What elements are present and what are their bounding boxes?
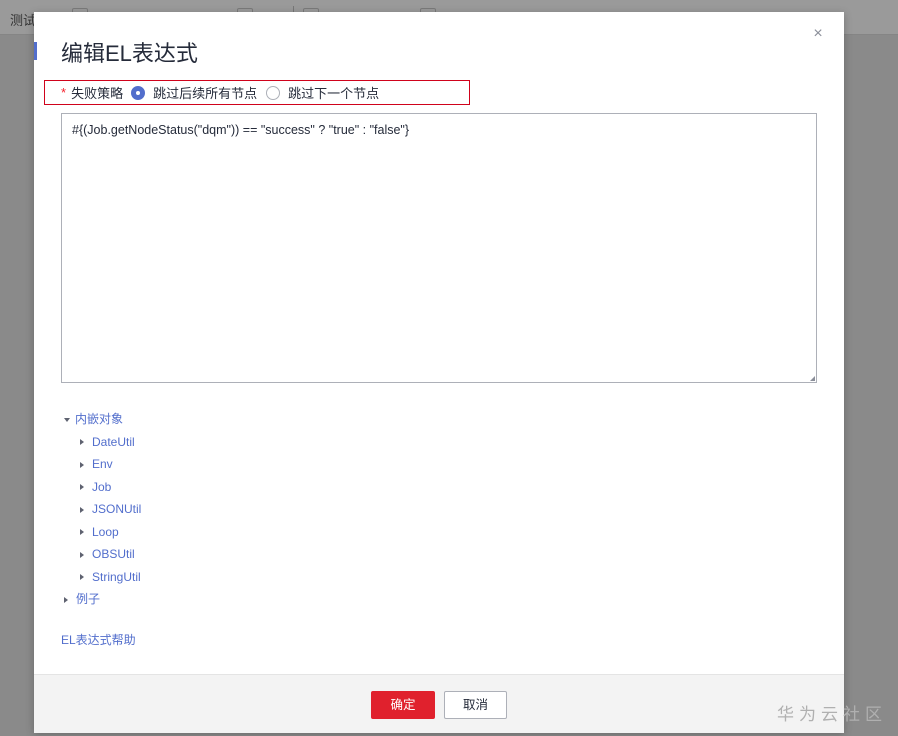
dialog-title: 编辑EL表达式 bbox=[61, 41, 198, 66]
caret-right-icon bbox=[64, 596, 68, 603]
caret-right-icon bbox=[80, 484, 84, 491]
resize-handle-icon[interactable] bbox=[810, 376, 815, 381]
radio-skip-all-subsequent[interactable]: 跳过后续所有节点 bbox=[131, 83, 257, 102]
tree-node-dateutil[interactable]: DateUtil bbox=[64, 431, 141, 454]
caret-right-icon bbox=[80, 461, 84, 468]
radio-label-skip-all: 跳过后续所有节点 bbox=[153, 86, 258, 101]
tree-node-examples[interactable]: 例子 bbox=[64, 588, 141, 611]
radio-label-skip-next: 跳过下一个节点 bbox=[288, 86, 380, 101]
confirm-button[interactable]: 确定 bbox=[371, 691, 435, 719]
tree-node-stringutil[interactable]: StringUtil bbox=[64, 566, 141, 589]
watermark-logo: 华为云社区 bbox=[777, 705, 887, 724]
failure-strategy-field: * 失败策略 跳过后续所有节点 跳过下一个节点 bbox=[44, 80, 470, 105]
background-tab-label: 测试 bbox=[10, 13, 37, 28]
tree-node-jsonutil[interactable]: JSONUtil bbox=[64, 498, 141, 521]
tree-node-label: DateUtil bbox=[92, 434, 135, 449]
tree-node-builtin-objects[interactable]: 内嵌对象 bbox=[64, 408, 141, 431]
tree-node-loop[interactable]: Loop bbox=[64, 521, 141, 544]
tree-node-label: 内嵌对象 bbox=[75, 412, 124, 426]
tree-node-obsutil[interactable]: OBSUtil bbox=[64, 543, 141, 566]
el-help-link[interactable]: EL表达式帮助 bbox=[61, 631, 136, 648]
tree-node-label: Env bbox=[92, 457, 113, 471]
tree-node-env[interactable]: Env bbox=[64, 453, 141, 476]
caret-right-icon bbox=[80, 551, 84, 558]
dialog-footer: 确定 取消 bbox=[34, 674, 844, 733]
tree-node-label: StringUtil bbox=[92, 569, 141, 584]
caret-right-icon bbox=[80, 574, 84, 581]
radio-checked-icon[interactable] bbox=[131, 85, 146, 100]
caret-right-icon bbox=[80, 506, 84, 513]
caret-right-icon bbox=[80, 529, 84, 536]
radio-skip-next[interactable]: 跳过下一个节点 bbox=[266, 83, 379, 102]
edit-el-expression-dialog: 编辑EL表达式 × * 失败策略 跳过后续所有节点 跳过下一个节点 #{(Job… bbox=[34, 12, 844, 733]
tree-node-label: 例子 bbox=[76, 592, 101, 606]
caret-right-icon bbox=[80, 439, 84, 446]
cancel-button[interactable]: 取消 bbox=[444, 691, 507, 719]
tree-node-label: Loop bbox=[92, 524, 119, 539]
failure-strategy-label: 失败策略 bbox=[71, 86, 124, 101]
required-marker: * bbox=[61, 85, 67, 100]
tree-node-job[interactable]: Job bbox=[64, 476, 141, 499]
expression-text: #{(Job.getNodeStatus("dqm")) == "success… bbox=[72, 123, 410, 137]
tree-node-label: JSONUtil bbox=[92, 502, 142, 516]
expression-textarea[interactable]: #{(Job.getNodeStatus("dqm")) == "success… bbox=[61, 113, 817, 383]
builtin-objects-tree: 内嵌对象 DateUtil Env Job JSONUtil Loop OBSU… bbox=[64, 408, 141, 611]
radio-unchecked-icon[interactable] bbox=[266, 85, 281, 100]
close-icon[interactable]: × bbox=[810, 26, 826, 42]
caret-down-icon bbox=[64, 417, 70, 422]
tree-node-label: OBSUtil bbox=[92, 547, 135, 561]
title-accent-bar bbox=[34, 42, 37, 60]
tree-node-label: Job bbox=[92, 479, 112, 494]
